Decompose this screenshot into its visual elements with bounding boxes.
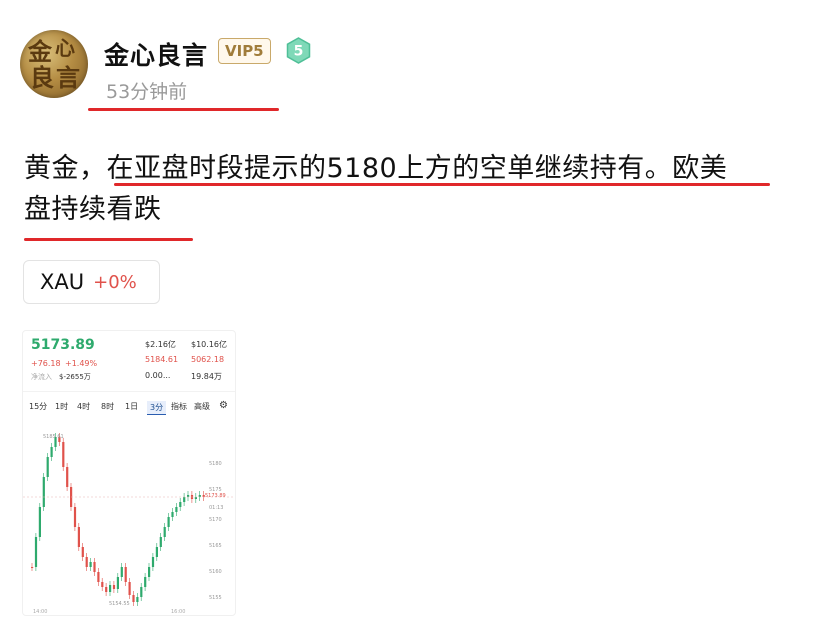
candle-body [97,572,100,582]
chart-screenshot[interactable]: 5173.89 +76.18 +1.49% 净流入 $-2655万 $2.16亿… [22,330,236,616]
avatar-char: 金 [28,37,52,66]
candle-body [89,562,92,567]
candle-body [148,567,151,577]
level-badge-icon: 5 [285,37,312,64]
tab-15m[interactable]: 15分 [29,401,47,412]
candle-body [136,597,139,602]
ticker-symbol: XAU [40,270,85,294]
avatar[interactable]: 金 心 良 言 [20,30,88,98]
candle-body [155,547,158,557]
chart-stat: $2.16亿 [145,340,176,349]
candle-body [62,442,65,467]
chart-low: 5062.18 [191,355,225,364]
vip-badge: VIP5 [218,38,271,64]
candle-body [105,587,108,592]
underline-mark [88,108,279,111]
underline-mark [114,183,770,186]
chart-price: 5173.89 [31,337,95,353]
candle-body [66,467,69,487]
candle-body [85,557,88,567]
candle-body [50,447,53,457]
candle-body [124,567,127,582]
candle-body [167,517,170,527]
axis-label: 5155 [209,595,222,601]
candle-body [128,582,131,595]
tab-indicators[interactable]: 指标 [171,401,187,412]
candle-body [144,577,147,587]
candle-body [109,585,112,592]
candle-body [93,562,96,572]
chart-change-abs: +76.18 [31,359,61,368]
candle-body [73,507,77,527]
tab-3m[interactable]: 3分 [147,401,167,415]
divider [23,391,235,392]
candle-body [77,527,80,547]
post-text: 黄金，在亚盘时段提示的5180上方的空单继续持有。欧美 盘持续看跌 [24,148,814,230]
candle-body [132,595,135,602]
chart-stat: 19.84万 [191,372,222,381]
axis-label: 5170 [209,517,222,523]
candle-body [179,502,182,507]
low-marker: 5154.55 [109,601,130,607]
post-time: 53分钟前 [106,81,188,103]
tab-4h[interactable]: 4时 [77,401,90,412]
chart-flow-label: 净流入 [31,373,52,381]
candle-body [159,537,162,547]
time-label: 16:00 [171,609,186,615]
username[interactable]: 金心良言 [104,36,208,72]
underline-mark [24,238,193,241]
candlestick-chart [23,433,235,606]
candle-body [183,497,186,502]
post-text-part: 黄金， [24,153,107,184]
chart-flow-value: $-2655万 [59,373,91,381]
axis-label: 5180 [209,461,222,467]
candle-body [175,507,178,512]
post-text-part: 盘持续看跌 [24,194,162,225]
candle-body [116,577,119,589]
countdown: 01:13 [209,505,224,511]
candle-body [42,477,45,507]
time-label: 14:00 [33,609,48,615]
candle-body [31,567,34,568]
level-number: 5 [294,44,304,60]
candle-body [101,582,104,587]
axis-label: 5165 [209,543,222,549]
avatar-char: 心 [55,36,75,60]
chart-high: 5184.61 [145,355,179,364]
tab-1h[interactable]: 1时 [55,401,68,412]
candle-body [81,547,84,557]
chart-stat: 0.00... [145,371,171,380]
ticker-chip[interactable]: XAU +0% [23,260,160,304]
last-price-tag: 5173.89 [205,493,226,499]
chart-change-pct: +1.49% [65,359,98,368]
candle-body [38,507,41,537]
tab-advanced[interactable]: 高级 [194,401,210,412]
high-marker: 5185.61 [43,434,64,440]
candle-body [112,585,116,589]
candle-body [171,512,174,517]
candle-body [34,537,38,567]
ticker-change: +0% [93,271,137,293]
settings-icon[interactable]: ⚙ [219,400,228,411]
avatar-char: 良 [30,63,54,92]
tab-8h[interactable]: 8时 [101,401,114,412]
candle-body [140,587,143,597]
axis-label: 5160 [209,569,222,575]
candle-body [163,527,166,537]
candle-body [120,567,123,577]
candle-body [46,457,49,477]
tab-1d[interactable]: 1日 [125,401,138,412]
candle-body [151,557,155,567]
chart-stat: $10.16亿 [191,340,227,349]
post-text-part: 在亚盘时段提示的5180上方的空单继续持有。欧美 [106,153,728,184]
avatar-char: 言 [56,63,80,92]
